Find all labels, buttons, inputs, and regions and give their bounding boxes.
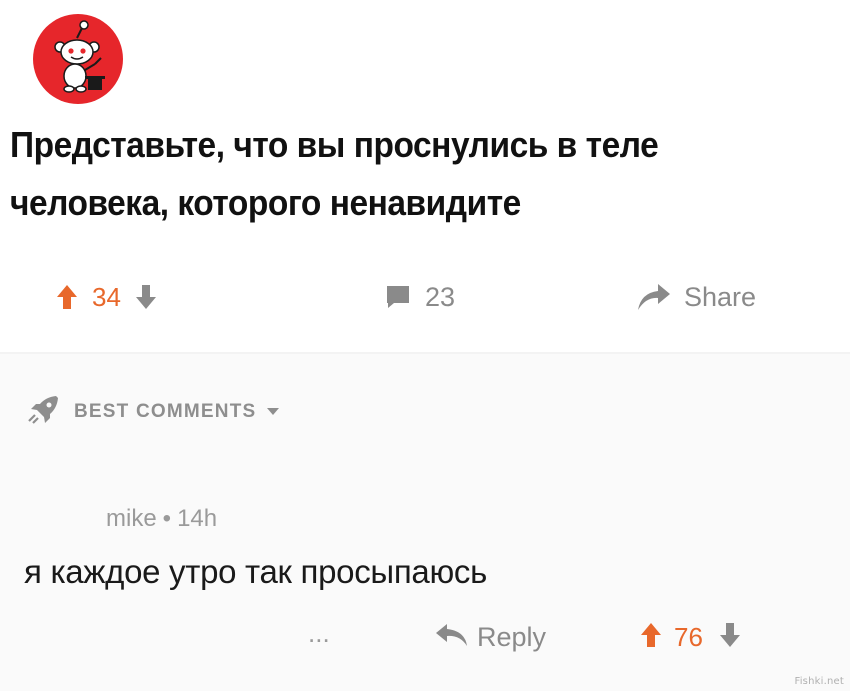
comment-sort-dropdown[interactable]: BEST COMMENTS: [26, 394, 280, 429]
downvote-arrow-icon[interactable]: [135, 284, 157, 310]
rocket-icon: [26, 394, 60, 429]
comment-meta: mike • 14h: [106, 505, 217, 533]
reply-label: Reply: [477, 621, 547, 652]
post-card: Представьте, что вы проснулись в теле че…: [0, 0, 850, 352]
downvote-arrow-icon[interactable]: [719, 622, 741, 653]
post-title[interactable]: Представьте, что вы проснулись в теле че…: [10, 116, 782, 232]
more-options-button[interactable]: ...: [308, 612, 330, 662]
reply-button[interactable]: Reply: [435, 612, 546, 662]
upvote-arrow-icon[interactable]: [56, 284, 78, 310]
chevron-down-icon: [266, 403, 280, 421]
comment-body: я каждое утро так просыпаюсь: [24, 553, 488, 590]
comment-score: 76: [674, 621, 703, 652]
post-action-bar: 34 23 Share: [0, 272, 850, 322]
post-vote-group: 34: [56, 272, 157, 322]
comment-action-bar: ... Reply 76: [0, 612, 850, 662]
comment-bubble-icon: [385, 284, 411, 310]
upvote-arrow-icon[interactable]: [640, 622, 662, 653]
meta-separator: •: [162, 505, 172, 532]
reply-arrow-icon: [435, 622, 469, 653]
share-button[interactable]: Share: [636, 272, 756, 322]
watermark: Fishki.net: [794, 676, 844, 687]
post-title-line-2: человека, которого ненавидите: [10, 182, 521, 223]
sort-label: BEST COMMENTS: [74, 400, 257, 422]
comment-author[interactable]: mike: [106, 505, 157, 532]
subreddit-avatar[interactable]: [33, 14, 123, 104]
comments-count: 23: [425, 281, 456, 312]
post-title-line-1: Представьте, что вы проснулись в теле: [10, 124, 659, 165]
post-score: 34: [92, 281, 121, 312]
share-label: Share: [684, 281, 757, 312]
comments-button[interactable]: 23: [385, 272, 455, 322]
comment-age: 14h: [177, 505, 218, 532]
share-arrow-icon: [636, 282, 672, 312]
reddit-snoo-icon: [54, 20, 105, 93]
comment-vote-group: 76: [640, 612, 741, 662]
